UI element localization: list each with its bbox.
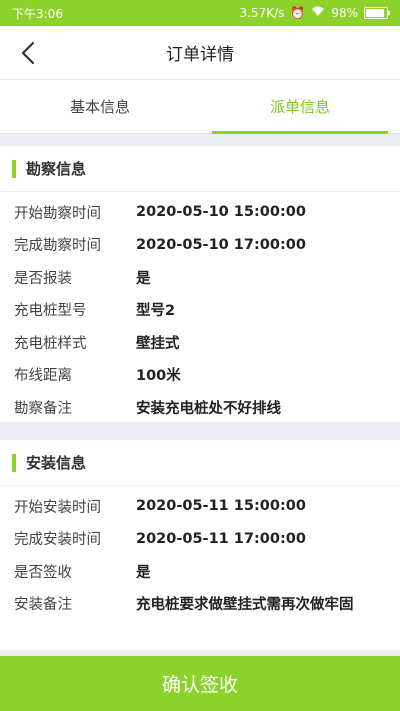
network-speed: 3.57K/s [239, 6, 285, 20]
row-value: 2020-05-11 15:00:00 [136, 498, 306, 515]
install-section: 安装信息 开始安装时间 2020-05-11 15:00:00 完成安装时间 2… [0, 440, 400, 650]
install-section-title: 安装信息 [26, 454, 87, 472]
row-value: 是 [136, 564, 151, 581]
info-row: 完成安装时间 2020-05-11 17:00:00 [0, 523, 400, 556]
row-label: 充电桩样式 [14, 335, 87, 352]
survey-section-title: 勘察信息 [26, 160, 87, 178]
row-value: 100米 [136, 368, 181, 385]
row-label: 安装备注 [14, 597, 72, 614]
row-value: 是 [136, 270, 151, 287]
status-indicators: 3.57K/s ⏰ 98% [239, 6, 390, 20]
navigation-bar: 订单详情 [0, 26, 400, 80]
info-row: 勘察备注 安装充电桩处不好排线 [0, 391, 400, 424]
survey-rows: 开始勘察时间 2020-05-10 15:00:00 完成勘察时间 2020-0… [0, 192, 400, 424]
chevron-left-icon [21, 41, 35, 65]
page-title: 订单详情 [166, 45, 234, 65]
row-value: 型号2 [136, 303, 176, 320]
row-value: 2020-05-10 17:00:00 [136, 236, 306, 253]
tab-basic-info[interactable]: 基本信息 [0, 80, 200, 133]
info-row: 完成勘察时间 2020-05-10 17:00:00 [0, 229, 400, 262]
row-value: 安装充电桩处不好排线 [136, 400, 281, 417]
battery-icon [364, 7, 390, 19]
info-row: 充电桩型号 型号2 [0, 294, 400, 327]
info-row: 是否签收 是 [0, 555, 400, 588]
row-value: 2020-05-10 15:00:00 [136, 204, 306, 221]
section-accent-bar [12, 159, 16, 178]
info-row: 开始安装时间 2020-05-11 15:00:00 [0, 490, 400, 523]
tab-bar: 基本信息 派单信息 [0, 80, 400, 134]
info-row: 安装备注 充电桩要求做壁挂式需再次做牢固 [0, 588, 400, 621]
row-value: 2020-05-11 17:00:00 [136, 530, 306, 547]
status-time: 下午3:06 [12, 6, 63, 21]
install-section-header: 安装信息 [0, 440, 400, 486]
row-label: 开始勘察时间 [14, 205, 101, 222]
battery-percent: 98% [331, 6, 358, 20]
confirm-receipt-button[interactable]: 确认签收 [0, 656, 400, 711]
alarm-icon: ⏰ [290, 6, 306, 20]
survey-section-header: 勘察信息 [0, 146, 400, 192]
row-label: 勘察备注 [14, 400, 72, 417]
survey-section: 勘察信息 开始勘察时间 2020-05-10 15:00:00 完成勘察时间 2… [0, 146, 400, 422]
row-label: 开始安装时间 [14, 499, 101, 516]
row-label: 完成勘察时间 [14, 238, 101, 255]
row-value: 壁挂式 [136, 335, 180, 352]
install-rows: 开始安装时间 2020-05-11 15:00:00 完成安装时间 2020-0… [0, 486, 400, 620]
row-label: 完成安装时间 [14, 532, 101, 549]
section-accent-bar [12, 453, 16, 472]
row-value: 充电桩要求做壁挂式需再次做牢固 [136, 597, 354, 614]
info-row: 布线距离 100米 [0, 359, 400, 392]
row-label: 布线距离 [14, 368, 72, 385]
row-label: 是否签收 [14, 564, 72, 581]
wifi-icon [311, 6, 325, 20]
back-button[interactable] [12, 37, 44, 69]
row-label: 是否报装 [14, 270, 72, 287]
tab-dispatch-info[interactable]: 派单信息 [200, 80, 400, 134]
row-label: 充电桩型号 [14, 303, 87, 320]
status-bar: 下午3:06 3.57K/s ⏰ 98% [0, 0, 400, 26]
info-row: 是否报装 是 [0, 261, 400, 294]
info-row: 充电桩样式 壁挂式 [0, 326, 400, 359]
info-row: 开始勘察时间 2020-05-10 15:00:00 [0, 196, 400, 229]
